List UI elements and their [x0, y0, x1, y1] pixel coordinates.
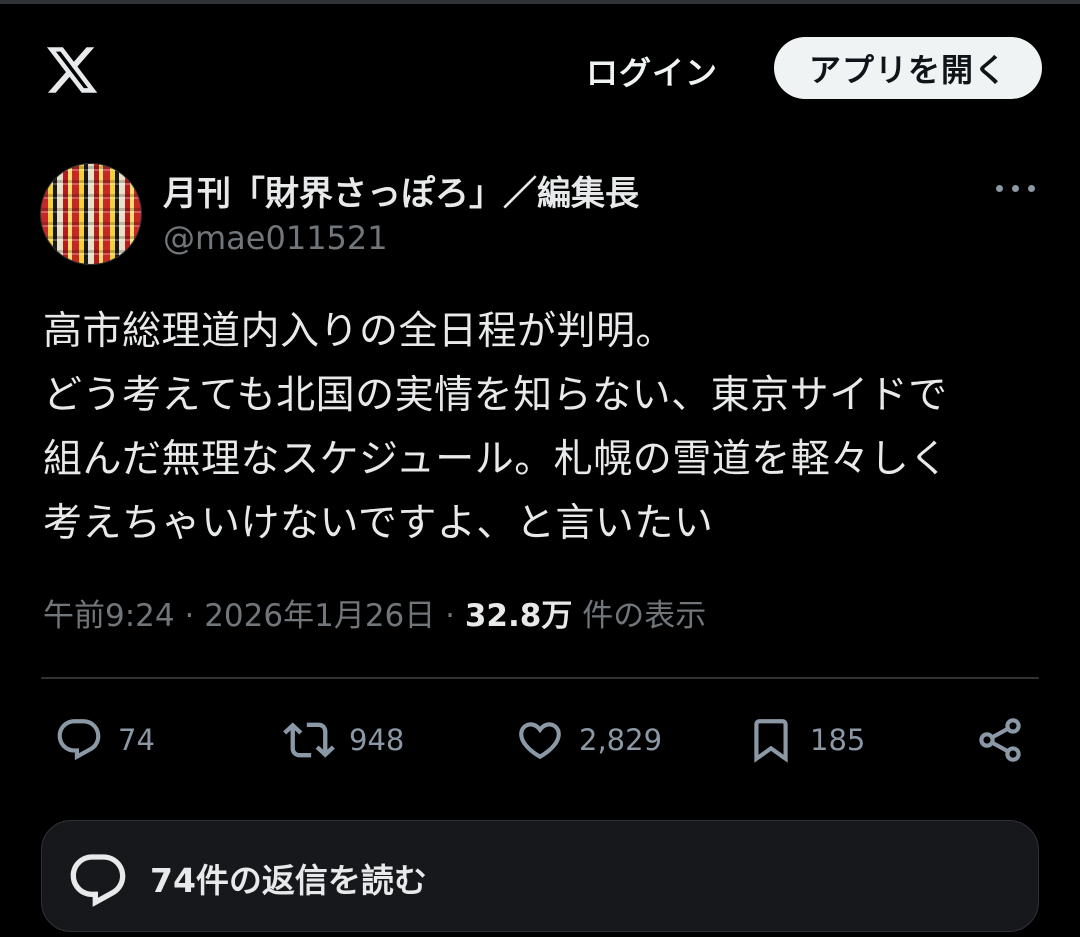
tweet-time[interactable]: 午前9:24	[43, 598, 175, 634]
more-options-icon[interactable]	[996, 176, 1036, 200]
share-button[interactable]	[974, 713, 1026, 767]
x-logo-icon[interactable]	[44, 42, 100, 98]
tweet-meta: 午前9:24 · 2026年1月26日 · 32.8万 件の表示	[43, 590, 706, 635]
read-replies-label: 74件の返信を読む	[150, 861, 427, 900]
share-icon	[979, 718, 1021, 762]
retweet-icon	[283, 722, 335, 758]
retweet-button[interactable]: 948	[283, 713, 404, 767]
open-app-button[interactable]: アプリを開く	[774, 37, 1042, 99]
reply-button[interactable]: 74	[54, 713, 155, 767]
bookmark-count: 185	[810, 723, 866, 757]
author-display-name[interactable]: 月刊「財界さっぽろ」／編集長	[163, 166, 639, 215]
reply-count: 74	[118, 723, 155, 757]
retweet-count: 948	[349, 723, 405, 757]
views-count: 32.8万	[464, 598, 573, 634]
like-button[interactable]: 2,829	[515, 713, 662, 767]
tweet-text: 高市総理道内入りの全日程が判明。 どう考えても北国の実情を知らない、東京サイドで…	[43, 309, 949, 546]
read-replies-button[interactable]: 74件の返信を読む	[41, 820, 1039, 932]
views-suffix: 件の表示	[582, 598, 707, 634]
heart-icon	[519, 722, 561, 760]
avatar[interactable]	[40, 163, 142, 265]
divider	[41, 677, 1039, 679]
author-handle[interactable]: @mae011521	[163, 219, 388, 257]
tweet-date[interactable]: 2026年1月26日	[204, 598, 435, 634]
like-count: 2,829	[579, 723, 663, 757]
meta-separator: ·	[184, 598, 195, 634]
reply-icon	[57, 719, 101, 761]
reply-icon	[70, 854, 126, 907]
meta-separator: ·	[445, 598, 455, 634]
top-bar: ログイン アプリを開く	[0, 4, 1080, 124]
bookmark-button[interactable]: 185	[746, 713, 865, 767]
login-link[interactable]: ログイン	[586, 48, 718, 94]
bookmark-icon	[754, 719, 788, 763]
